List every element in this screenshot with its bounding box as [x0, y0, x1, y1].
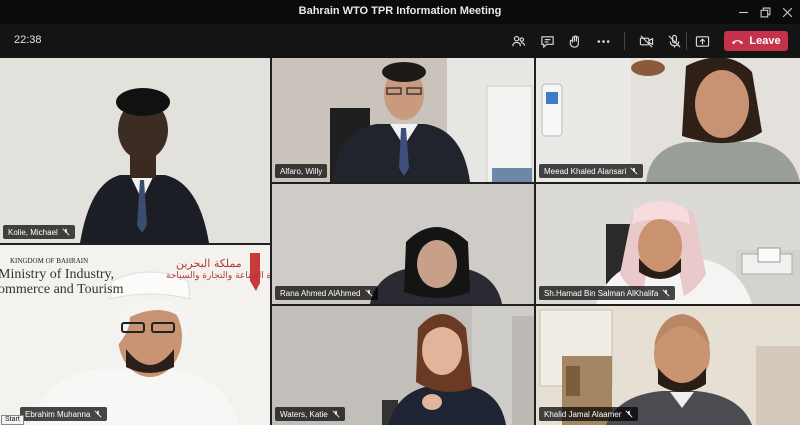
participant-name: Kolie, Michael — [8, 227, 58, 237]
logo-kingdom-text: KINGDOM OF BAHRAIN — [10, 257, 89, 265]
close-icon[interactable] — [770, 0, 800, 24]
meeting-clock: 22:38 — [14, 34, 42, 46]
video-tile[interactable]: Khalid Jamal Alaamer — [536, 306, 800, 425]
toolbar-divider — [624, 32, 625, 50]
participant-name: Alfaro, Willy — [280, 166, 323, 176]
share-screen-icon[interactable] — [690, 30, 714, 52]
mic-off-icon — [630, 167, 638, 175]
participant-name: Ebrahim Muhanna — [25, 409, 91, 419]
participant-name-tag: Alfaro, Willy — [275, 164, 328, 178]
mic-off-icon — [94, 410, 102, 418]
phone-icon — [732, 39, 744, 44]
mic-off-icon[interactable] — [662, 30, 686, 52]
participant-name: Rana Ahmed AlAhmed — [280, 288, 361, 298]
participant-name: Sh.Hamad Bin Salman AlKhalifa — [544, 288, 659, 298]
ministry-logo: KINGDOM OF BAHRAIN Ministry of Industry,… — [0, 245, 270, 325]
video-tile[interactable]: Kolie, Michael — [0, 58, 270, 243]
participant-name-tag: Khalid Jamal Alaamer — [539, 407, 639, 421]
participant-name: Waters, Katie — [280, 409, 328, 419]
logo-ministry-text: Ministry of Industry, ommerce and Touris… — [0, 267, 124, 297]
mic-off-icon — [62, 228, 70, 236]
toolbar-divider — [686, 32, 687, 50]
participant-name: Meead Khaled Alansari — [544, 166, 627, 176]
video-tile[interactable]: Waters, Katie — [272, 306, 534, 425]
logo-arabic-title: مملكة البحرين — [176, 257, 242, 270]
start-tooltip: Start — [1, 415, 24, 425]
participant-name-tag: Meead Khaled Alansari — [539, 164, 644, 178]
raise-hand-icon[interactable] — [563, 30, 587, 52]
title-bar: Bahrain WTO TPR Information Meeting — [0, 0, 800, 24]
video-tile[interactable]: Meead Khaled Alansari — [536, 58, 800, 182]
participant-name-tag: Kolie, Michael — [3, 225, 75, 239]
mic-off-icon — [662, 289, 670, 297]
leave-label: Leave — [749, 35, 781, 47]
chat-icon[interactable] — [535, 30, 559, 52]
mic-off-icon — [365, 289, 372, 297]
meeting-toolbar: 22:38 Leave — [0, 24, 800, 58]
video-tile[interactable]: Sh.Hamad Bin Salman AlKhalifa — [536, 184, 800, 304]
leave-button[interactable]: Leave — [724, 31, 788, 51]
mic-off-icon — [625, 410, 633, 418]
camera-off-icon[interactable] — [634, 30, 658, 52]
video-tile[interactable]: Alfaro, Willy — [272, 58, 534, 182]
participant-name: Khalid Jamal Alaamer — [544, 409, 622, 419]
participant-name-tag: Ebrahim Muhanna — [20, 407, 108, 421]
logo-arabic-ministry: وزارة الصناعة والتجارة والسياحة — [166, 271, 270, 281]
more-icon[interactable] — [591, 30, 615, 52]
mic-off-icon — [332, 410, 340, 418]
participant-name-tag: Rana Ahmed AlAhmed — [275, 286, 378, 300]
video-tile[interactable]: KINGDOM OF BAHRAIN Ministry of Industry,… — [0, 245, 270, 425]
participant-video — [0, 58, 270, 243]
window-title: Bahrain WTO TPR Information Meeting — [298, 5, 502, 17]
participant-name-tag: Waters, Katie — [275, 407, 345, 421]
video-tile[interactable]: Rana Ahmed AlAhmed — [272, 184, 534, 304]
people-icon[interactable] — [506, 30, 530, 52]
participant-name-tag: Sh.Hamad Bin Salman AlKhalifa — [539, 286, 676, 300]
